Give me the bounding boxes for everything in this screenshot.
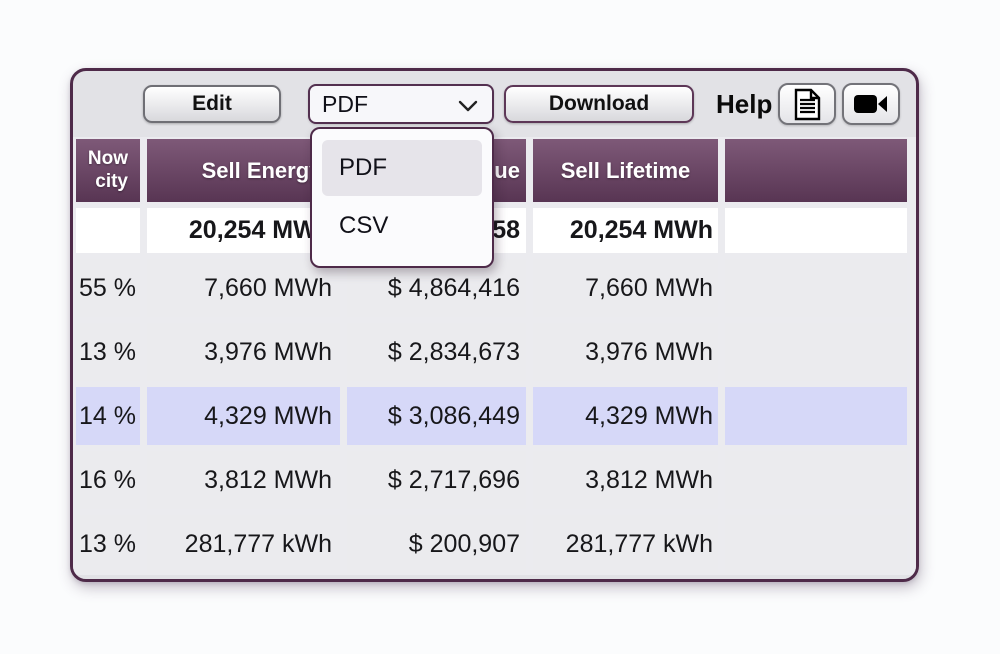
report-table: Now city Sell Energy Sell Revenue Sell L… (73, 137, 916, 575)
cell-capacity[interactable]: 13 % (76, 323, 140, 381)
cell-capacity[interactable]: 55 % (76, 259, 140, 317)
header-line: city (95, 171, 128, 193)
cell-blank[interactable] (725, 208, 907, 253)
cell-blank[interactable] (725, 259, 907, 317)
cell-sell-lifetime[interactable]: 281,777 kWh (533, 515, 718, 573)
cell-blank[interactable] (725, 515, 907, 573)
format-select-value: PDF (322, 91, 368, 118)
cell-sell-energy[interactable]: 4,329 MWh (147, 387, 340, 445)
cell-sell-revenue[interactable]: $ 2,717,696 (347, 451, 526, 509)
cell-sell-revenue[interactable]: $ 2,834,673 (347, 323, 526, 381)
cell-sell-lifetime[interactable]: 4,329 MWh (533, 387, 718, 445)
dropdown-item-csv[interactable]: CSV (322, 198, 482, 254)
report-panel: Edit PDF PDF CSV Download Help (70, 68, 919, 582)
header-line: Now (88, 148, 128, 170)
column-header-capacity: Now city (76, 139, 140, 202)
cell-sell-lifetime[interactable]: 3,976 MWh (533, 323, 718, 381)
cell-sell-lifetime[interactable]: 20,254 MWh (533, 208, 718, 253)
document-icon (794, 88, 821, 121)
toolbar: Edit PDF PDF CSV Download Help (73, 71, 916, 137)
help-document-button[interactable] (778, 83, 836, 125)
cell-capacity[interactable]: 13 % (76, 515, 140, 573)
video-camera-icon (853, 92, 889, 116)
format-select-wrap: PDF PDF CSV (308, 84, 494, 124)
cell-blank[interactable] (725, 451, 907, 509)
format-dropdown-menu: PDF CSV (310, 127, 494, 268)
cell-sell-energy[interactable]: 3,976 MWh (147, 323, 340, 381)
format-select[interactable]: PDF (308, 84, 494, 124)
cell-sell-energy[interactable]: 281,777 kWh (147, 515, 340, 573)
cell-blank[interactable] (725, 387, 907, 445)
cell-sell-energy[interactable]: 7,660 MWh (147, 259, 340, 317)
cell-sell-revenue[interactable]: $ 3,086,449 (347, 387, 526, 445)
download-button[interactable]: Download (504, 85, 694, 123)
cell-blank[interactable] (725, 323, 907, 381)
cell-sell-lifetime[interactable]: 3,812 MWh (533, 451, 718, 509)
cell-capacity[interactable]: 16 % (76, 451, 140, 509)
cell-sell-energy[interactable]: 3,812 MWh (147, 451, 340, 509)
cell-capacity[interactable] (76, 208, 140, 253)
cell-sell-lifetime[interactable]: 7,660 MWh (533, 259, 718, 317)
column-header-sell-lifetime: Sell Lifetime (533, 139, 718, 202)
help-label: Help (716, 89, 772, 120)
edit-button[interactable]: Edit (143, 85, 281, 123)
dropdown-item-pdf[interactable]: PDF (322, 140, 482, 196)
chevron-down-icon (457, 99, 479, 113)
help-video-button[interactable] (842, 83, 900, 125)
cell-sell-revenue[interactable]: $ 200,907 (347, 515, 526, 573)
cell-capacity[interactable]: 14 % (76, 387, 140, 445)
column-header-blank (725, 139, 907, 202)
